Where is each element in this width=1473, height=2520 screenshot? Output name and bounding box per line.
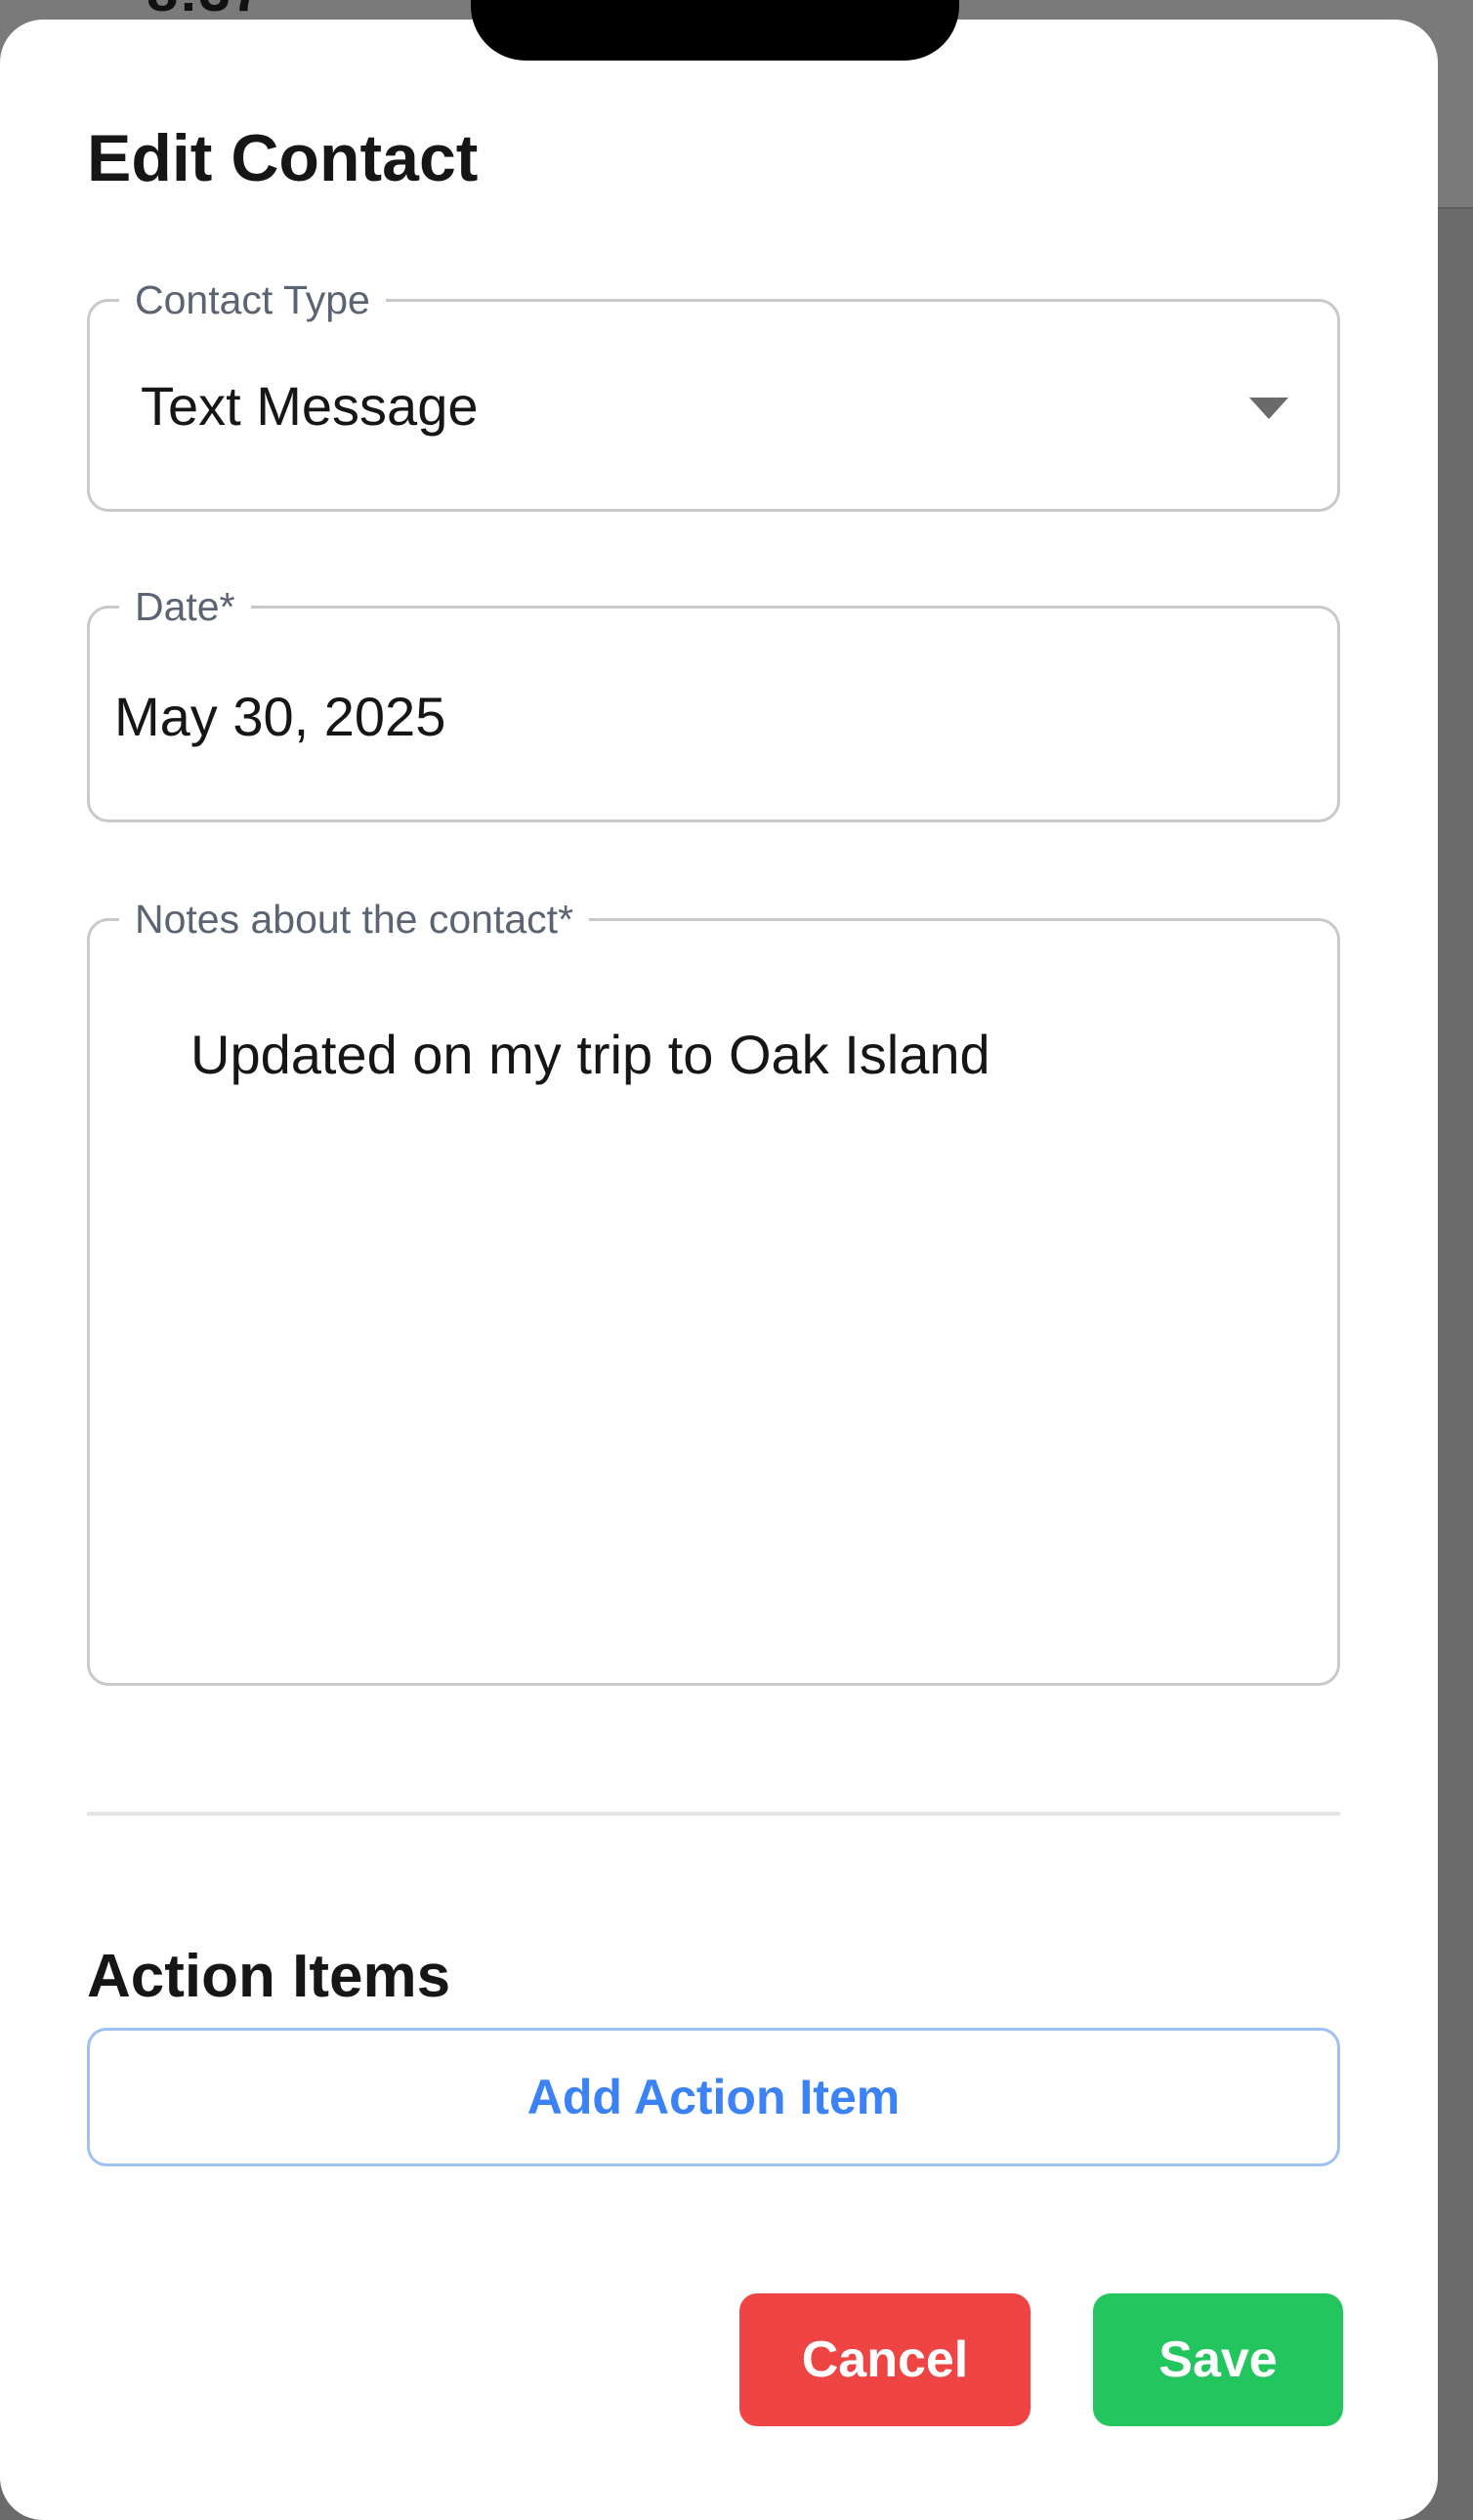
add-action-item-button[interactable]: Add Action Item bbox=[87, 2028, 1340, 2166]
contact-type-select[interactable]: Contact Type Text Message bbox=[87, 273, 1340, 512]
date-value: May 30, 2025 bbox=[114, 686, 446, 747]
cancel-button[interactable]: Cancel bbox=[739, 2293, 1031, 2426]
contact-type-label: Contact Type bbox=[119, 273, 386, 327]
device-notch bbox=[471, 0, 959, 61]
date-field[interactable]: Date* May 30, 2025 bbox=[87, 579, 1340, 822]
status-icons bbox=[1055, 0, 1309, 20]
notes-textarea[interactable]: Notes about the contact* Updated on my t… bbox=[87, 892, 1340, 1686]
divider bbox=[87, 1812, 1340, 1816]
action-items-title: Action Items bbox=[87, 1943, 451, 2010]
date-label: Date* bbox=[119, 579, 251, 634]
modal-title: Edit Contact bbox=[87, 121, 479, 195]
save-button[interactable]: Save bbox=[1093, 2293, 1343, 2426]
chevron-down-icon[interactable] bbox=[1249, 398, 1288, 419]
contact-type-value: Text Message bbox=[141, 375, 479, 437]
notes-value: Updated on my trip to Oak Island bbox=[190, 1024, 990, 1085]
edit-contact-modal: Edit Contact Contact Type Text Message D… bbox=[0, 20, 1438, 2520]
notes-label: Notes about the contact* bbox=[119, 892, 590, 946]
